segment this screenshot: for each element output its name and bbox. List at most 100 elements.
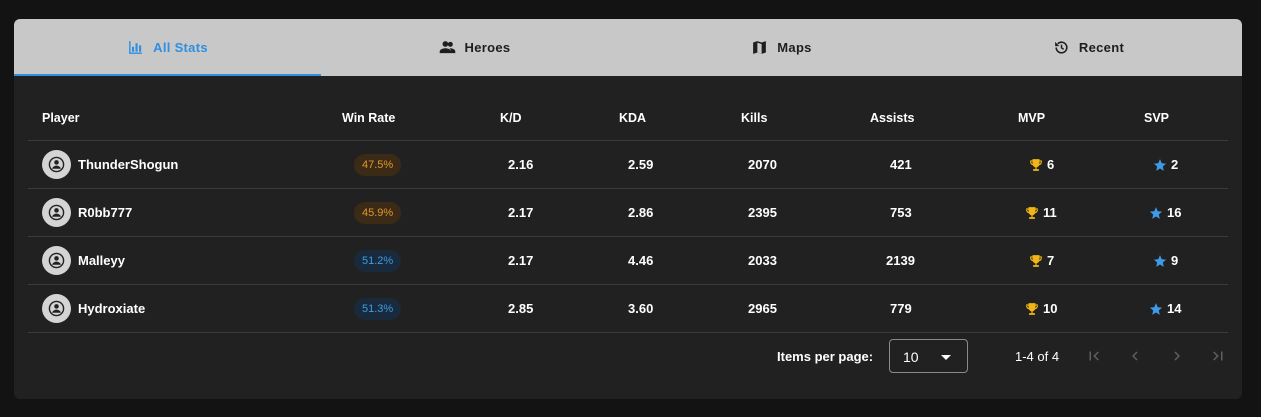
header-kda[interactable]: KDA: [619, 95, 646, 140]
table-row[interactable]: Malleyy 51.2% 2.17 4.46 2033 2139 7 9: [28, 237, 1228, 285]
people-icon: [439, 39, 456, 56]
trophy-icon: [1029, 254, 1043, 268]
kills-cell: 2033: [748, 253, 777, 268]
player-cell: Hydroxiate: [42, 285, 145, 332]
win-rate-badge: 51.2%: [354, 249, 402, 272]
svp-cell: 14: [1149, 285, 1181, 332]
player-cell: Malleyy: [42, 237, 125, 284]
table-row[interactable]: ThunderShogun 47.5% 2.16 2.59 2070 421 6…: [28, 141, 1228, 189]
svp-value: 14: [1167, 301, 1182, 316]
kd-cell: 2.17: [508, 253, 534, 268]
svp-cell: 16: [1149, 189, 1181, 236]
chevron-right-icon: [1174, 351, 1180, 361]
table-header-row: Player Win Rate K/D KDA Kills Assists MV…: [28, 95, 1228, 141]
kills-cell: 2395: [748, 205, 777, 220]
win-rate-cell: 51.2%: [354, 237, 402, 284]
table-row[interactable]: Hydroxiate 51.3% 2.85 3.60 2965 779 10 1…: [28, 285, 1228, 333]
header-assists[interactable]: Assists: [870, 95, 914, 140]
tab-heroes[interactable]: Heroes: [321, 19, 628, 76]
trophy-icon: [1029, 158, 1043, 172]
account-icon: [48, 252, 65, 269]
kd-cell: 2.17: [508, 205, 534, 220]
svp-cell: 2: [1153, 141, 1178, 188]
account-icon: [48, 300, 65, 317]
trophy-icon: [1025, 302, 1039, 316]
header-svp[interactable]: SVP: [1144, 95, 1169, 140]
star-icon: [1149, 206, 1163, 220]
kd-cell: 2.85: [508, 301, 534, 316]
svp-value: 9: [1171, 253, 1179, 268]
mvp-cell: 10: [1025, 285, 1057, 332]
header-kills[interactable]: Kills: [741, 95, 767, 140]
win-rate-cell: 51.3%: [354, 285, 402, 332]
svp-value: 2: [1171, 157, 1179, 172]
items-per-page-select[interactable]: 10: [889, 339, 968, 373]
header-win-rate[interactable]: Win Rate: [342, 95, 395, 140]
mvp-cell: 11: [1025, 189, 1057, 236]
tab-maps[interactable]: Maps: [628, 19, 935, 76]
win-rate-badge: 51.3%: [354, 297, 402, 320]
bar-chart-icon: [127, 39, 144, 56]
range-label: 1-4 of 4: [1015, 349, 1060, 364]
last-page-button[interactable]: [1207, 345, 1229, 367]
win-rate-cell: 47.5%: [354, 141, 402, 188]
avatar: [42, 294, 71, 323]
player-name[interactable]: ThunderShogun: [78, 157, 178, 172]
header-kd[interactable]: K/D: [500, 95, 522, 140]
kills-cell: 2070: [748, 157, 777, 172]
player-cell: R0bb777: [42, 189, 132, 236]
last-page-icon: [1213, 351, 1223, 361]
player-name[interactable]: Malleyy: [78, 253, 125, 268]
avatar: [42, 150, 71, 179]
history-icon: [1053, 39, 1070, 56]
avatar: [42, 246, 71, 275]
kda-cell: 2.59: [628, 157, 654, 172]
kills-cell: 2965: [748, 301, 777, 316]
tab-bar: All Stats Heroes Maps Recent: [14, 19, 1242, 76]
next-page-button[interactable]: [1166, 345, 1188, 367]
mvp-cell: 6: [1029, 141, 1054, 188]
kd-cell: 2.16: [508, 157, 534, 172]
chevron-left-icon: [1132, 351, 1138, 361]
assists-cell: 753: [890, 205, 912, 220]
kda-cell: 2.86: [628, 205, 654, 220]
assists-cell: 421: [890, 157, 912, 172]
player-name[interactable]: Hydroxiate: [78, 301, 145, 316]
paginator: Items per page: 10 1-4 of 4: [28, 329, 1228, 385]
player-name[interactable]: R0bb777: [78, 205, 132, 220]
mvp-cell: 7: [1029, 237, 1054, 284]
first-page-button[interactable]: [1083, 345, 1105, 367]
items-per-page-value: 10: [903, 349, 919, 365]
mvp-value: 6: [1047, 157, 1055, 172]
dropdown-arrow-icon: [941, 355, 951, 360]
player-cell: ThunderShogun: [42, 141, 178, 188]
star-icon: [1149, 302, 1163, 316]
mvp-value: 7: [1047, 253, 1055, 268]
header-player[interactable]: Player: [42, 95, 80, 140]
assists-cell: 2139: [886, 253, 915, 268]
header-mvp[interactable]: MVP: [1018, 95, 1045, 140]
win-rate-badge: 45.9%: [354, 201, 402, 224]
svp-cell: 9: [1153, 237, 1178, 284]
previous-page-button[interactable]: [1124, 345, 1146, 367]
tab-recent[interactable]: Recent: [935, 19, 1242, 76]
stats-card: All Stats Heroes Maps Recent Player Win …: [14, 19, 1242, 399]
items-per-page-label: Items per page:: [777, 349, 874, 364]
assists-cell: 779: [890, 301, 912, 316]
first-page-icon: [1089, 351, 1099, 361]
svp-value: 16: [1167, 205, 1182, 220]
stats-table: Player Win Rate K/D KDA Kills Assists MV…: [28, 95, 1228, 333]
tab-label: Heroes: [464, 40, 511, 55]
tab-all-stats[interactable]: All Stats: [14, 19, 321, 76]
mvp-value: 11: [1043, 205, 1057, 220]
mvp-value: 10: [1043, 301, 1058, 316]
map-icon: [751, 39, 768, 56]
kda-cell: 3.60: [628, 301, 654, 316]
account-icon: [48, 156, 65, 173]
star-icon: [1153, 254, 1167, 268]
tab-label: Recent: [1078, 40, 1125, 55]
table-row[interactable]: R0bb777 45.9% 2.17 2.86 2395 753 11 16: [28, 189, 1228, 237]
account-icon: [48, 204, 65, 221]
tab-label: All Stats: [153, 40, 208, 55]
avatar: [42, 198, 71, 227]
